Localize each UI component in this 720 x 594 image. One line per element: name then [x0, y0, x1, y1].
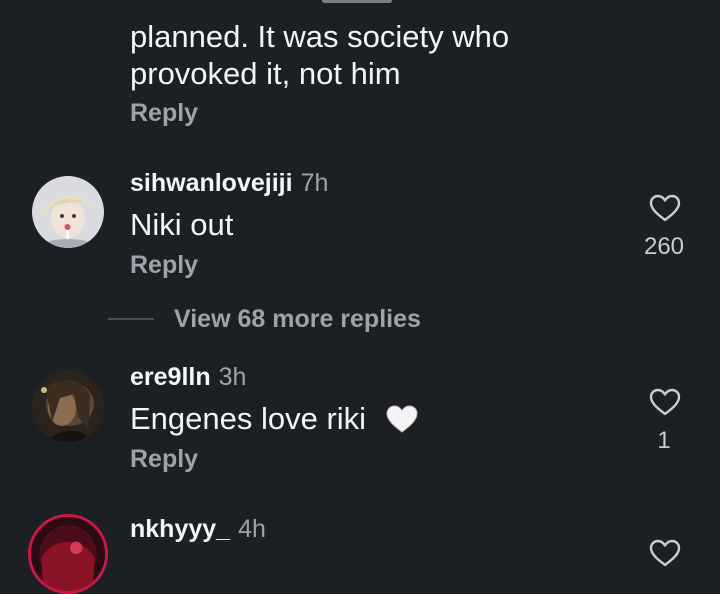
- reply-button[interactable]: Reply: [130, 250, 198, 280]
- username-text[interactable]: nkhyyy_: [130, 515, 230, 543]
- like-count: 1: [657, 427, 671, 454]
- comment-text-line-2: provoked it, not him: [130, 56, 401, 91]
- white-heart-icon: [386, 405, 418, 433]
- comment-text-line-1: planned. It was society who: [130, 19, 510, 54]
- like-count: 260: [643, 233, 685, 260]
- reply-button[interactable]: Reply: [130, 444, 198, 474]
- avatar[interactable]: [32, 370, 104, 442]
- comment-username[interactable]: ere9lln 3h: [130, 362, 246, 392]
- reply-button[interactable]: Reply: [130, 98, 198, 128]
- avatar-image: [32, 370, 104, 442]
- story-avatar[interactable]: [28, 514, 108, 594]
- comment-text: Engenes love riki: [130, 400, 419, 437]
- avatar-image: [31, 517, 105, 591]
- avatar-image: [32, 176, 104, 248]
- comment-time: 7h: [300, 169, 329, 197]
- heart-outline-icon[interactable]: [648, 538, 682, 568]
- heart-outline-icon[interactable]: [648, 387, 682, 417]
- comment-time: 3h: [218, 363, 247, 391]
- view-more-replies-button[interactable]: View 68 more replies: [174, 304, 421, 334]
- comment-time: 4h: [238, 515, 266, 543]
- drag-handle[interactable]: [322, 0, 392, 3]
- username-text[interactable]: sihwanlovejiji: [130, 169, 293, 197]
- comment-username[interactable]: nkhyyy_ 4h: [130, 514, 266, 544]
- comment-text: Niki out: [130, 207, 234, 242]
- username-text[interactable]: ere9lln: [130, 363, 211, 391]
- heart-outline-icon[interactable]: [648, 193, 682, 223]
- avatar[interactable]: [32, 176, 104, 248]
- comment-username[interactable]: sihwanlovejiji 7h: [130, 168, 328, 198]
- thread-divider: [108, 318, 154, 320]
- comment-text-content: Engenes love riki: [130, 401, 367, 436]
